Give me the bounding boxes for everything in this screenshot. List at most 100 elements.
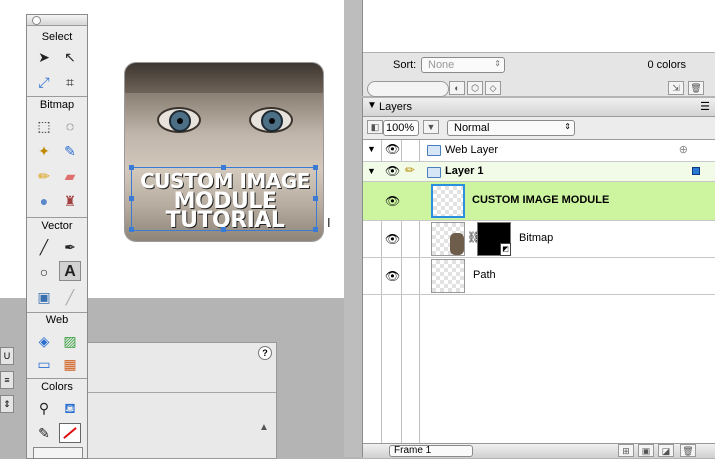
align-toggle[interactable]: ≡	[0, 371, 14, 389]
collapse-triangle-icon[interactable]: ▼	[367, 100, 377, 111]
swap-colors-control[interactable]	[33, 447, 83, 459]
expand-triangle-icon[interactable]: ▼	[367, 166, 376, 176]
transparent-color-icon[interactable]: ◇	[485, 81, 501, 95]
magic-wand-icon[interactable]: ✦	[33, 141, 55, 161]
show-slices-icon[interactable]: ▦	[59, 354, 81, 374]
trash-icon[interactable]: 🗑	[688, 81, 704, 95]
freeform-icon[interactable]: ▣	[33, 287, 55, 307]
selection-handle[interactable]	[129, 227, 134, 232]
hide-slices-icon[interactable]: ▭	[33, 354, 55, 374]
ellipse-icon[interactable]: ○	[33, 262, 55, 282]
delete-layer-icon[interactable]: 🗑	[680, 444, 696, 457]
layer-row-bitmap[interactable]: 👁 ⛓ ◩ Bitmap	[363, 221, 715, 258]
add-mask-icon[interactable]: ◪	[658, 444, 674, 457]
share-layer-icon[interactable]: ⊕	[679, 143, 688, 156]
left-iris	[169, 110, 191, 132]
frame-select[interactable]: Frame 1	[389, 445, 473, 457]
property-divider	[86, 392, 276, 393]
new-sublayer-icon[interactable]: ⊞	[618, 444, 634, 457]
workspace-divider	[344, 0, 362, 457]
opacity-icon: ◧	[367, 120, 383, 134]
eye-icon[interactable]: 👁	[385, 194, 400, 208]
pencil-icon[interactable]: ✏	[33, 166, 55, 186]
layers-title: Layers	[379, 101, 413, 113]
section-bitmap: Bitmap	[39, 99, 75, 111]
scale-icon[interactable]: ⤢	[33, 72, 55, 92]
left-pupil	[177, 118, 183, 124]
underline-toggle[interactable]: U	[0, 347, 14, 365]
color-toolbar	[367, 81, 449, 97]
lock-color-icon[interactable]: ⬡	[467, 81, 483, 95]
selection-handle[interactable]	[129, 196, 134, 201]
layer-row-custom-image-module[interactable]: 👁 CUSTOM IMAGE MODULE	[363, 182, 715, 221]
tools-separator	[27, 312, 87, 313]
layer-row-layer-1[interactable]: ▼ 👁 ✏ Layer 1	[363, 162, 715, 182]
sort-label: Sort:	[393, 59, 417, 71]
layers-titlebar[interactable]: ▼ Layers ☰	[363, 98, 715, 117]
opacity-dropdown-icon[interactable]: ▼	[423, 120, 439, 134]
line-icon[interactable]: ╱	[33, 237, 55, 257]
tools-separator	[27, 378, 87, 379]
opacity-field[interactable]: 100%	[383, 120, 419, 136]
pointer-icon[interactable]: ➤	[33, 47, 55, 67]
crop-icon[interactable]: ⌗	[59, 72, 81, 92]
lasso-icon[interactable]: ◌	[59, 116, 81, 136]
text-cursor-icon: I	[327, 215, 331, 230]
folder-icon	[427, 145, 441, 156]
tools-separator	[27, 217, 87, 218]
section-vector: Vector	[41, 220, 73, 232]
sort-value: None	[428, 59, 455, 71]
layer-row-path[interactable]: 👁 Path	[363, 258, 715, 295]
close-icon[interactable]	[32, 16, 41, 25]
help-icon[interactable]: ?	[258, 346, 272, 360]
hotspot-icon[interactable]: ◈	[33, 331, 55, 351]
stepper-control[interactable]: ⇕	[0, 395, 14, 413]
selection-box[interactable]	[131, 167, 317, 231]
selection-handle[interactable]	[221, 165, 226, 170]
eye-icon[interactable]: 👁	[385, 164, 400, 178]
subselect-icon[interactable]: ↖	[59, 47, 81, 67]
paint-bucket-icon[interactable]: ⛾	[59, 398, 81, 418]
selection-handle[interactable]	[313, 227, 318, 232]
brush-icon[interactable]: ✎	[59, 141, 81, 161]
pencil-edit-icon[interactable]: ✏	[405, 163, 415, 177]
eye-icon[interactable]: 👁	[385, 269, 400, 283]
opacity-value: 100%	[386, 122, 415, 134]
blend-mode-select[interactable]: Normal ⇕	[447, 120, 575, 136]
object-thumbnail	[431, 184, 465, 218]
knife-icon[interactable]: ╱	[59, 287, 81, 307]
expand-triangle-icon[interactable]: ▼	[367, 144, 376, 154]
eyedropper-icon[interactable]: ⚲	[33, 398, 55, 418]
tools-separator	[27, 96, 87, 97]
text-icon[interactable]: A	[59, 261, 81, 281]
marquee-icon[interactable]: ⬚	[33, 116, 55, 136]
stroke-color-icon[interactable]: ✎	[33, 423, 55, 443]
selection-handle[interactable]	[129, 165, 134, 170]
pen-icon[interactable]: ✒	[59, 237, 81, 257]
layer-row-web-layer[interactable]: ▼ 👁 Web Layer ⊕	[363, 140, 715, 162]
selection-handle[interactable]	[313, 196, 318, 201]
slice-icon[interactable]: ▨	[59, 331, 81, 351]
mask-icon: ◩	[500, 243, 511, 256]
no-color-slash	[63, 427, 77, 439]
sort-select[interactable]: None ⇕	[421, 57, 505, 73]
options-menu-icon[interactable]: ☰	[700, 100, 710, 113]
add-color-icon[interactable]: ⇲	[668, 81, 684, 95]
web-snap-icon[interactable]: ◐	[449, 81, 465, 95]
expand-triangle-icon[interactable]: ▲	[259, 422, 269, 433]
eye-icon[interactable]: 👁	[385, 232, 400, 246]
layer-color-square[interactable]	[692, 167, 700, 175]
blur-icon[interactable]: ●	[33, 191, 55, 211]
folder-icon	[427, 167, 441, 178]
eraser-icon[interactable]: ▰	[59, 166, 81, 186]
selection-handle[interactable]	[221, 227, 226, 232]
eye-icon[interactable]: 👁	[385, 142, 400, 156]
layer-name: Path	[473, 269, 496, 281]
fill-color-icon[interactable]	[59, 423, 81, 443]
new-layer-icon[interactable]: ▣	[638, 444, 654, 457]
rubber-stamp-icon[interactable]: ♜	[59, 191, 81, 211]
colors-count: 0 colors	[647, 59, 686, 71]
selection-handle[interactable]	[313, 165, 318, 170]
left-eye	[157, 107, 201, 133]
optimize-panel: Sort: None ⇕ 0 colors ◐ ⬡ ◇ ⇲ 🗑	[362, 0, 715, 97]
